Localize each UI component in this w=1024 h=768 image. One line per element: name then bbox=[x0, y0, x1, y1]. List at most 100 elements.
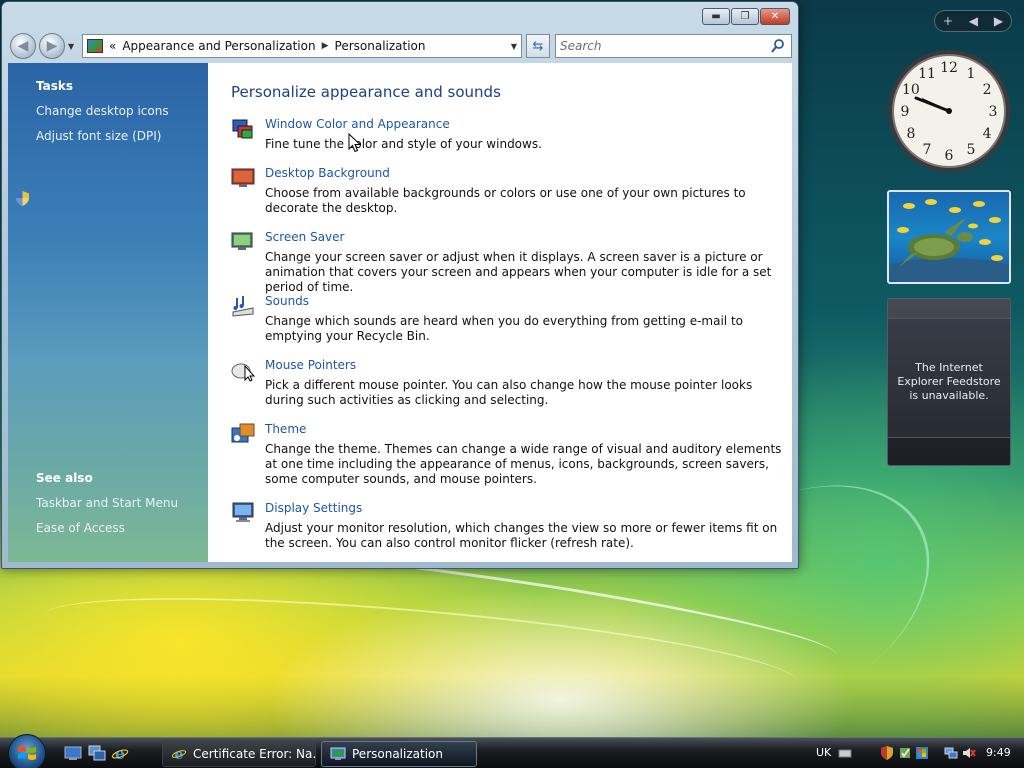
forward-button[interactable]: ▶ bbox=[39, 33, 65, 59]
breadcrumb-personalization[interactable]: Personalization bbox=[335, 39, 426, 53]
display-settings-link[interactable]: Display Settings bbox=[265, 501, 362, 515]
back-arrow-icon: ◀ bbox=[17, 38, 29, 54]
windows-update-icon[interactable] bbox=[915, 746, 929, 760]
tasks-pane: Tasks Change desktop icons Adjust font s… bbox=[8, 63, 208, 562]
mouse-pointers-link[interactable]: Mouse Pointers bbox=[265, 358, 356, 372]
next-page-icon[interactable]: ▶ bbox=[994, 14, 1003, 28]
page-title: Personalize appearance and sounds bbox=[231, 83, 501, 101]
keyboard-icon[interactable] bbox=[838, 746, 852, 760]
clock-numeral: 12 bbox=[940, 60, 958, 76]
window-color-description: Fine tune the color and style of your wi… bbox=[265, 137, 542, 151]
sounds-icon bbox=[232, 296, 254, 317]
minimize-button[interactable]: ▬ bbox=[702, 8, 730, 25]
taskbar-button-label: Certificate Error: Na... bbox=[193, 747, 316, 761]
tasks-heading: Tasks bbox=[36, 79, 74, 93]
clock-numeral: 11 bbox=[918, 66, 936, 82]
add-gadget-icon[interactable]: + bbox=[943, 14, 953, 28]
window-controls: ▬ ❐ ✕ bbox=[702, 8, 790, 25]
screen-saver-description: Change your screen saver or adjust when … bbox=[265, 250, 772, 294]
desktop-background-description: Choose from available backgrounds or col… bbox=[265, 186, 746, 215]
address-overflow-chevron[interactable]: « bbox=[109, 39, 116, 53]
see-also-heading: See also bbox=[36, 471, 93, 485]
security-shield-icon[interactable] bbox=[880, 746, 894, 760]
feed-unavailable-message: The Internet Explorer Feedstore is unava… bbox=[897, 361, 1001, 402]
internet-explorer-icon: e bbox=[171, 747, 187, 762]
display-settings-icon bbox=[232, 502, 254, 522]
uac-shield-icon bbox=[16, 191, 29, 206]
window-color-link[interactable]: Window Color and Appearance bbox=[265, 117, 450, 131]
breadcrumb-appearance-and-personalization[interactable]: Appearance and Personalization bbox=[122, 39, 315, 53]
main-content: Personalize appearance and sounds Window… bbox=[208, 63, 792, 562]
adjust-font-size-link[interactable]: Adjust font size (DPI) bbox=[36, 129, 161, 143]
svg-text:e: e bbox=[175, 747, 184, 762]
taskbar-button-label: Personalization bbox=[352, 747, 443, 761]
sounds-link[interactable]: Sounds bbox=[265, 294, 309, 308]
clock-numeral: 5 bbox=[967, 142, 976, 158]
windows-logo-icon bbox=[18, 746, 36, 760]
theme-description: Change the theme. Themes can change a wi… bbox=[265, 442, 782, 486]
refresh-button[interactable]: ⇆ bbox=[526, 34, 550, 58]
close-button[interactable]: ✕ bbox=[760, 8, 790, 25]
sidebar-gadget-controls: + ◀ ▶ bbox=[934, 10, 1012, 32]
ease-of-access-link[interactable]: Ease of Access bbox=[36, 521, 125, 535]
volume-muted-icon[interactable] bbox=[962, 746, 976, 760]
address-bar[interactable]: « Appearance and Personalization ▶ Perso… bbox=[82, 34, 522, 58]
taskbar-button-certificate-error[interactable]: e Certificate Error: Na... bbox=[162, 741, 316, 767]
start-button[interactable] bbox=[8, 734, 46, 768]
desktop-background-link[interactable]: Desktop Background bbox=[265, 166, 390, 180]
sounds-description: Change which sounds are heard when you d… bbox=[265, 314, 743, 343]
control-panel-icon bbox=[330, 747, 346, 760]
refresh-icon: ⇆ bbox=[532, 38, 544, 54]
navigation-bar: ◀ ▶ ▼ « Appearance and Personalization ▶… bbox=[10, 32, 792, 60]
feed-header bbox=[888, 299, 1010, 319]
taskbar-and-start-menu-link[interactable]: Taskbar and Start Menu bbox=[36, 496, 178, 510]
back-button[interactable]: ◀ bbox=[10, 33, 36, 59]
taskbar: e e Certificate Error: Na... Personaliza… bbox=[0, 734, 1024, 768]
mouse-pointers-description: Pick a different mouse pointer. You can … bbox=[265, 378, 753, 407]
previous-page-icon[interactable]: ◀ bbox=[969, 14, 978, 28]
feed-headlines-gadget[interactable]: The Internet Explorer Feedstore is unava… bbox=[887, 298, 1011, 466]
input-language-indicator[interactable]: UK bbox=[816, 746, 831, 759]
clock-numeral: 2 bbox=[983, 82, 992, 98]
search-input[interactable] bbox=[560, 36, 770, 56]
clock-numeral: 8 bbox=[906, 126, 915, 142]
system-clock[interactable]: 9:49 bbox=[986, 746, 1011, 759]
search-icon[interactable] bbox=[771, 38, 785, 54]
windows-defender-icon[interactable] bbox=[898, 746, 912, 760]
switch-windows-icon[interactable] bbox=[88, 745, 106, 761]
recent-pages-dropdown[interactable]: ▼ bbox=[68, 42, 78, 52]
chevron-down-icon: ▼ bbox=[68, 42, 75, 51]
screen-saver-link[interactable]: Screen Saver bbox=[265, 230, 344, 244]
breadcrumb-separator-icon[interactable]: ▶ bbox=[322, 41, 329, 51]
desktop-background-icon bbox=[231, 168, 255, 187]
theme-link[interactable]: Theme bbox=[265, 422, 306, 436]
screen-saver-icon bbox=[231, 232, 253, 250]
search-box bbox=[555, 34, 792, 58]
taskbar-button-personalization[interactable]: Personalization bbox=[321, 741, 477, 767]
clock-numeral: 1 bbox=[967, 66, 976, 82]
network-icon[interactable] bbox=[944, 746, 958, 760]
forward-arrow-icon: ▶ bbox=[46, 38, 58, 54]
clock-numeral: 9 bbox=[901, 104, 910, 120]
slideshow-gadget[interactable] bbox=[887, 190, 1011, 284]
clock-gadget[interactable]: 12 12 3 45678 9 1011 bbox=[886, 48, 1012, 174]
show-desktop-icon[interactable] bbox=[64, 745, 82, 761]
sea-turtle-photo bbox=[889, 199, 1009, 282]
address-dropdown-icon[interactable]: ▼ bbox=[511, 42, 517, 51]
mouse-cursor-icon bbox=[348, 133, 362, 153]
notification-area: UK 9:49 bbox=[808, 738, 1024, 768]
window-color-icon bbox=[232, 119, 253, 139]
maximize-button[interactable]: ❐ bbox=[731, 8, 759, 25]
clock-numeral: 6 bbox=[945, 148, 954, 164]
theme-icon bbox=[231, 423, 255, 443]
change-desktop-icons-link[interactable]: Change desktop icons bbox=[36, 104, 169, 118]
control-panel-icon bbox=[87, 39, 103, 53]
clock-numeral: 3 bbox=[989, 104, 998, 120]
display-settings-description: Adjust your monitor resolution, which ch… bbox=[265, 521, 778, 550]
clock-numeral: 7 bbox=[923, 142, 932, 158]
feed-footer bbox=[888, 437, 1010, 465]
internet-explorer-icon[interactable]: e bbox=[111, 745, 129, 761]
mouse-pointers-icon bbox=[231, 363, 255, 382]
svg-text:e: e bbox=[115, 745, 125, 761]
clock-numeral: 4 bbox=[983, 126, 992, 142]
